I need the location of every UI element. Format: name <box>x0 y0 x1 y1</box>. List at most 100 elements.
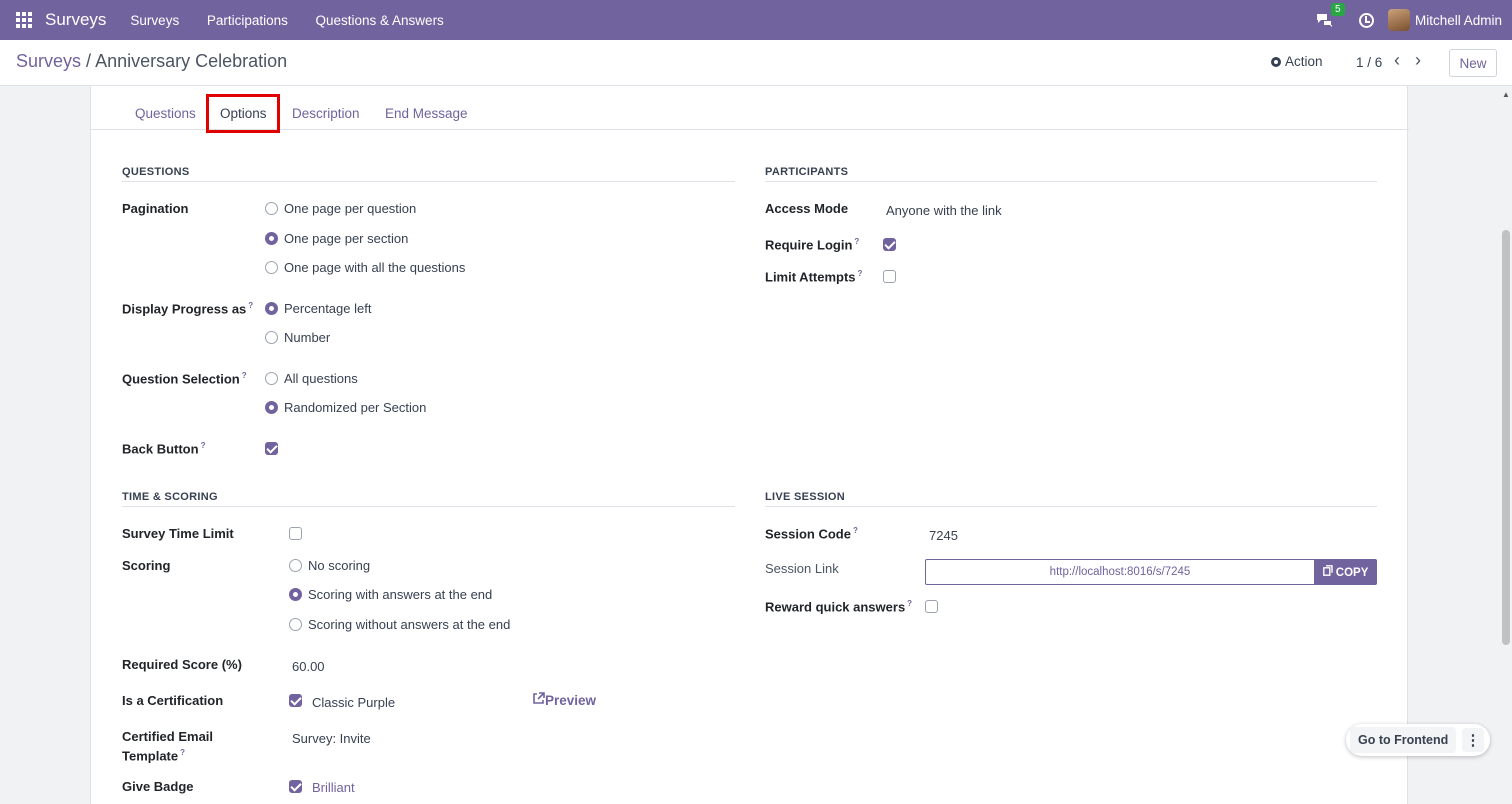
time-scoring-section-title: TIME & SCORING <box>122 491 735 507</box>
reward-quick-answers-checkbox[interactable] <box>925 600 938 613</box>
certification-template-value[interactable]: Classic Purple <box>312 695 395 710</box>
menu-participations[interactable]: Participations <box>207 13 288 28</box>
breadcrumb-current: Anniversary Celebration <box>95 51 288 71</box>
pager-next-icon[interactable]: › <box>1415 51 1431 71</box>
main-menu: Surveys Participations Questions & Answe… <box>118 13 455 28</box>
tab-description[interactable]: Description <box>292 106 360 121</box>
radio-number[interactable] <box>265 331 278 344</box>
systray: 5 Mitchell Admin <box>1315 0 1512 40</box>
pagination-label: Pagination <box>122 201 189 216</box>
scrollbar-thumb[interactable] <box>1502 230 1510 645</box>
user-avatar[interactable] <box>1387 9 1410 31</box>
breadcrumb-separator: / <box>86 51 92 71</box>
radio-one-page-per-question[interactable] <box>265 202 278 215</box>
pager-previous-icon[interactable]: ‹ <box>1394 51 1410 71</box>
survey-time-limit-checkbox[interactable] <box>289 527 302 540</box>
live-session-section-title: LIVE SESSION <box>765 491 1377 507</box>
app-brand[interactable]: Surveys <box>45 10 106 30</box>
top-navbar: Surveys Surveys Participations Questions… <box>0 0 1512 40</box>
radio-randomized-per-section[interactable] <box>265 401 278 414</box>
survey-time-limit-label: Survey Time Limit <box>122 526 234 541</box>
questions-section-title: QUESTIONS <box>122 166 735 182</box>
more-options-icon[interactable]: ⋮ <box>1462 728 1484 752</box>
give-badge-checkbox[interactable] <box>289 780 302 793</box>
back-button-label: Back Button? <box>122 441 206 457</box>
limit-attempts-label: Limit Attempts? <box>765 269 863 285</box>
option-one-page-all-questions[interactable]: One page with all the questions <box>284 260 465 275</box>
require-login-checkbox[interactable] <box>883 238 896 251</box>
help-tooltip-icon[interactable]: ? <box>854 237 859 246</box>
back-button-checkbox[interactable] <box>265 442 278 455</box>
required-score-label: Required Score (%) <box>122 657 242 672</box>
required-score-value[interactable]: 60.00 <box>292 659 325 674</box>
action-label: Action <box>1285 54 1323 69</box>
user-name[interactable]: Mitchell Admin <box>1415 13 1502 28</box>
option-scoring-without-answers[interactable]: Scoring without answers at the end <box>308 617 510 632</box>
give-badge-label: Give Badge <box>122 779 194 794</box>
help-tooltip-icon[interactable]: ? <box>248 301 253 310</box>
option-number[interactable]: Number <box>284 330 330 345</box>
help-tooltip-icon[interactable]: ? <box>201 441 206 450</box>
radio-one-page-per-section[interactable] <box>265 232 278 245</box>
go-to-frontend-button[interactable]: Go to Frontend <box>1350 727 1457 753</box>
external-link-icon <box>533 692 545 704</box>
menu-questions-answers[interactable]: Questions & Answers <box>316 13 444 28</box>
radio-one-page-all-questions[interactable] <box>265 261 278 274</box>
tab-end-message[interactable]: End Message <box>385 106 468 121</box>
options-tab-highlight <box>206 94 280 133</box>
option-randomized-per-section[interactable]: Randomized per Section <box>284 400 426 415</box>
frontend-floating-panel: Go to Frontend ⋮ <box>1346 724 1490 756</box>
activity-clock-icon[interactable] <box>1358 12 1374 28</box>
is-certification-label: Is a Certification <box>122 693 224 708</box>
form-sheet: Questions Options Description End Messag… <box>90 86 1409 804</box>
help-tooltip-icon[interactable]: ? <box>907 599 912 608</box>
option-percentage-left[interactable]: Percentage left <box>284 301 371 316</box>
certified-email-template-label-line2: Template? <box>122 748 185 764</box>
radio-scoring-without-answers[interactable] <box>289 618 302 631</box>
pager-value[interactable]: 1 / 6 <box>1356 55 1382 70</box>
option-scoring-with-answers[interactable]: Scoring with answers at the end <box>308 587 492 602</box>
breadcrumb: Surveys / Anniversary Celebration <box>16 51 287 72</box>
scroll-up-arrow-icon[interactable]: ▲ <box>1502 90 1510 99</box>
control-panel: Surveys / Anniversary Celebration Action… <box>0 40 1512 86</box>
new-button[interactable]: New <box>1449 49 1497 77</box>
copy-icon <box>1322 565 1333 576</box>
menu-surveys[interactable]: Surveys <box>130 13 179 28</box>
chat-count-badge: 5 <box>1330 3 1345 16</box>
copy-link-button[interactable]: COPY <box>1314 559 1377 585</box>
help-tooltip-icon[interactable]: ? <box>853 526 858 535</box>
tab-questions[interactable]: Questions <box>135 106 196 121</box>
option-all-questions[interactable]: All questions <box>284 371 358 386</box>
radio-scoring-with-answers[interactable] <box>289 588 302 601</box>
access-mode-value[interactable]: Anyone with the link <box>886 203 1002 218</box>
certified-email-template-value[interactable]: Survey: Invite <box>292 731 371 746</box>
option-one-page-per-question[interactable]: One page per question <box>284 201 416 216</box>
notebook-tabs: Questions Options Description End Messag… <box>91 86 1409 133</box>
preview-link[interactable]: Preview <box>532 692 596 708</box>
help-tooltip-icon[interactable]: ? <box>858 269 863 278</box>
radio-no-scoring[interactable] <box>289 559 302 572</box>
help-tooltip-icon[interactable]: ? <box>242 371 247 380</box>
session-code-value[interactable]: 7245 <box>929 528 958 543</box>
scoring-label: Scoring <box>122 558 171 573</box>
apps-grid-icon[interactable] <box>16 12 32 28</box>
participants-section-title: PARTICIPANTS <box>765 166 1377 182</box>
help-tooltip-icon[interactable]: ? <box>180 748 185 757</box>
is-certification-checkbox[interactable] <box>289 694 302 707</box>
session-link-field[interactable]: http://localhost:8016/s/7245 <box>925 559 1315 585</box>
display-progress-label: Display Progress as? <box>122 301 254 317</box>
option-no-scoring[interactable]: No scoring <box>308 558 370 573</box>
certified-email-template-label: Certified Email <box>122 729 214 744</box>
option-one-page-per-section[interactable]: One page per section <box>284 231 408 246</box>
breadcrumb-root[interactable]: Surveys <box>16 51 81 71</box>
radio-percentage-left[interactable] <box>265 302 278 315</box>
session-link-label: Session Link <box>765 561 839 576</box>
chat-icon[interactable]: 5 <box>1315 3 1345 28</box>
action-button[interactable]: Action <box>1271 54 1323 69</box>
session-code-label: Session Code? <box>765 526 858 542</box>
radio-all-questions[interactable] <box>265 372 278 385</box>
require-login-label: Require Login? <box>765 237 860 253</box>
question-selection-label: Question Selection? <box>122 371 247 387</box>
limit-attempts-checkbox[interactable] <box>883 270 896 283</box>
badge-value[interactable]: Brilliant <box>312 780 355 795</box>
